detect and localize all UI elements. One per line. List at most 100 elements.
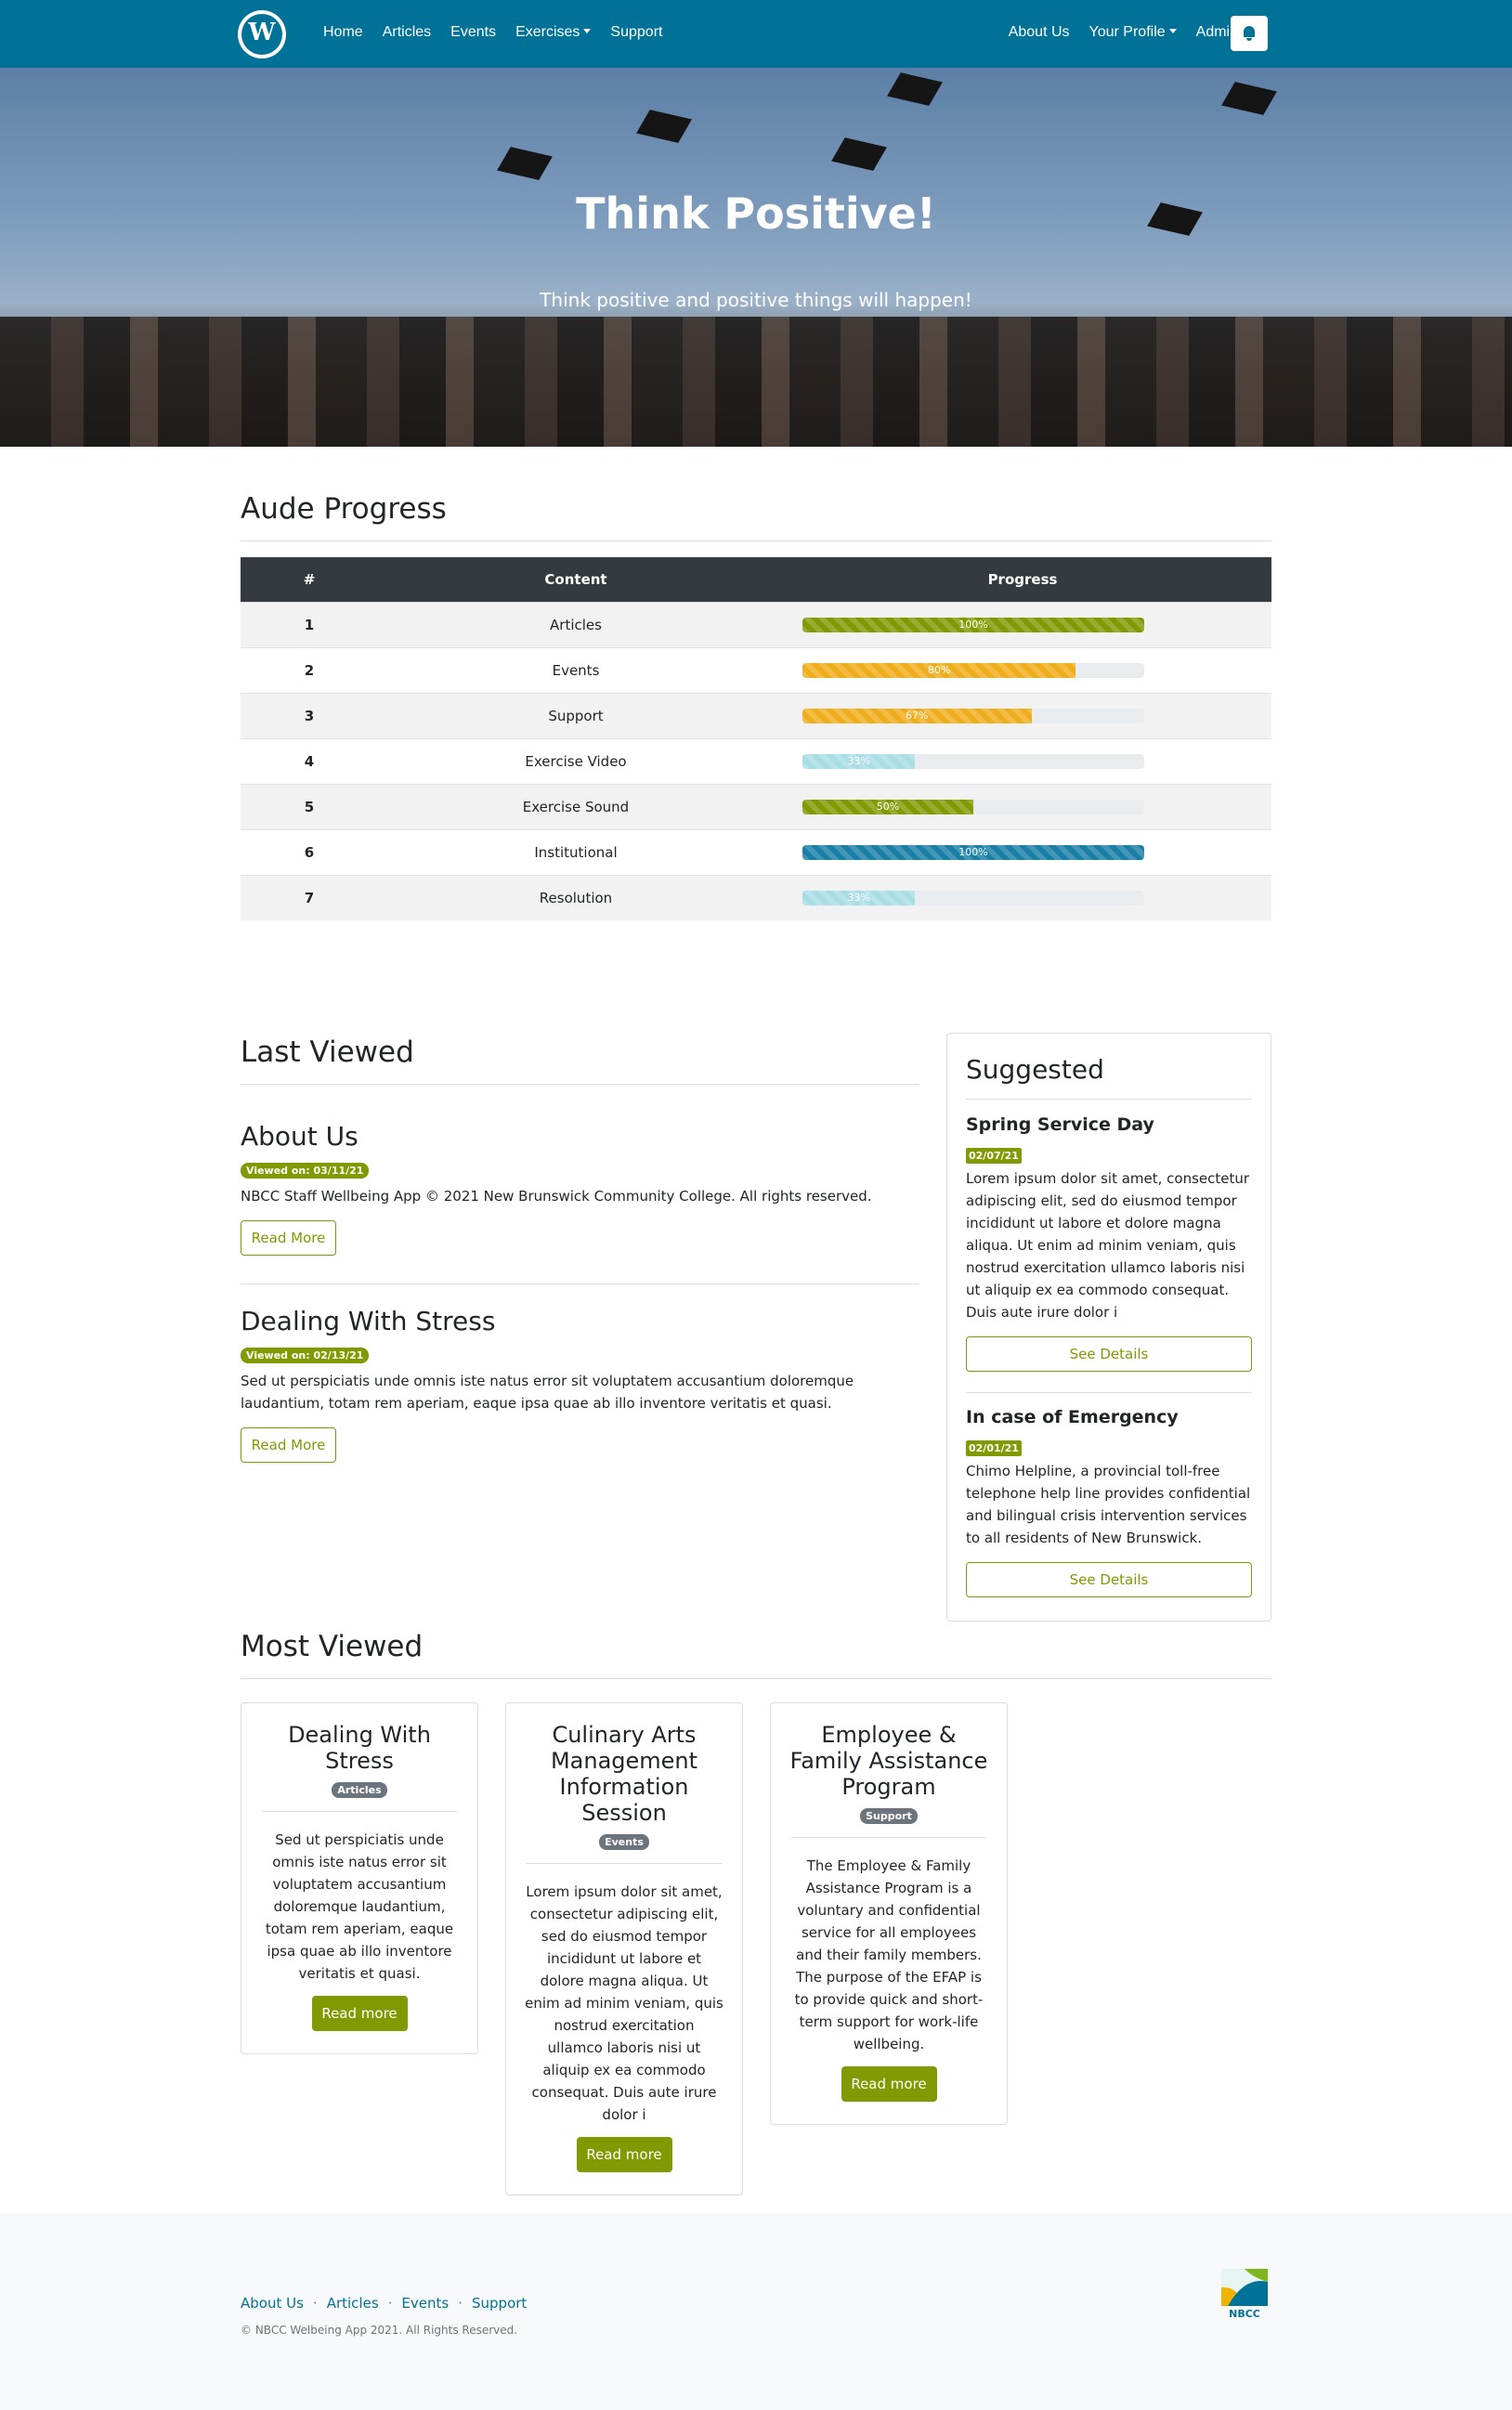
table-row: 3 Support 67% (241, 692, 1271, 738)
card-text: Lorem ipsum dolor sit amet, consectetur … (525, 1883, 723, 2123)
row-number: 7 (241, 874, 378, 920)
category-badge: Support (860, 1808, 918, 1824)
row-number: 4 (241, 737, 378, 784)
divider (966, 1392, 1252, 1393)
read-more-button[interactable]: Read more (576, 2137, 672, 2172)
hero-banner: Think Positive! Think positive and posit… (0, 68, 1512, 447)
row-content: Exercise Sound (378, 783, 774, 829)
read-more-button[interactable]: Read More (241, 1220, 336, 1256)
hero-subtitle: Think positive and positive things will … (540, 289, 972, 311)
footer-copyright: © NBCC Welbeing App 2021. All Rights Res… (241, 2324, 518, 2337)
bell-icon (1244, 26, 1255, 37)
article-title: Dealing With Stress (241, 1306, 496, 1336)
progress-bar: 100% (802, 844, 1144, 860)
read-more-button[interactable]: Read More (241, 1427, 336, 1463)
suggested-item: In case of Emergency 02/01/21 Chimo Help… (966, 1407, 1254, 1597)
footer-link-events[interactable]: Events (401, 2295, 449, 2312)
article-text: NBCC Staff Wellbeing App © 2021 New Brun… (241, 1188, 872, 1205)
nav-right-links: About Us Your Profile Admin (1009, 24, 1269, 41)
divider (241, 1678, 1271, 1679)
graduation-cap-image (636, 110, 692, 143)
progress-bar: 33% (802, 890, 1144, 905)
row-content: Institutional (378, 828, 774, 875)
see-details-button[interactable]: See Details (966, 1336, 1252, 1372)
viewed-date-badge: Viewed on: 03/11/21 (241, 1163, 370, 1179)
hero-title: Think Positive! (576, 189, 936, 239)
graduation-cap-image (831, 137, 887, 171)
divider (966, 1099, 1252, 1100)
divider (241, 1283, 919, 1284)
table-row: 4 Exercise Video 33% (241, 737, 1271, 784)
notifications-button[interactable] (1231, 16, 1268, 51)
category-badge: Events (599, 1834, 649, 1850)
footer-link-support[interactable]: Support (472, 2295, 527, 2312)
progress-bar: 100% (802, 617, 1144, 632)
last-viewed-heading: Last Viewed (241, 1036, 414, 1069)
wordpress-logo-icon[interactable]: W (238, 10, 286, 59)
see-details-button[interactable]: See Details (966, 1562, 1252, 1597)
progress-fill: 50% (802, 799, 973, 814)
footer: About Us · Articles · Events · Support © NBCC … (0, 2213, 1512, 2410)
read-more-button[interactable]: Read more (841, 2066, 937, 2102)
progress-fill: 67% (802, 708, 1032, 723)
graduation-cap-image (497, 147, 553, 180)
row-number: 5 (241, 783, 378, 829)
progress-table: # Content Progress 1 Articles 100% 2 Events 8… (241, 557, 1271, 920)
graduates-photo (0, 317, 1512, 447)
progress-bar: 67% (802, 708, 1144, 723)
suggested-title: Spring Service Day (966, 1114, 1154, 1135)
row-number: 1 (241, 601, 378, 647)
nav-link-articles[interactable]: Articles (383, 24, 431, 41)
nav-link-home[interactable]: Home (323, 24, 363, 41)
progress-bar: 80% (802, 662, 1144, 678)
footer-link-about-us[interactable]: About Us (241, 2295, 304, 2312)
suggested-item: Spring Service Day 02/07/21 Lorem ipsum … (966, 1114, 1254, 1372)
viewed-date-badge: Viewed on: 02/13/21 (241, 1348, 370, 1363)
progress-fill: 33% (802, 753, 916, 769)
progress-bar: 33% (802, 753, 1144, 769)
footer-links: About Us · Articles · Events · Support (241, 2295, 528, 2312)
suggested-title: In case of Emergency (966, 1407, 1179, 1427)
article-title: About Us (241, 1121, 358, 1152)
nav-link-support[interactable]: Support (610, 24, 662, 41)
nav-links: Home Articles Events Exercises Support (323, 24, 682, 41)
card-title: Culinary Arts Management Information Ses… (550, 1722, 698, 1826)
graduation-cap-image (1221, 82, 1277, 115)
row-number: 6 (241, 828, 378, 875)
most-viewed-heading: Most Viewed (241, 1630, 424, 1663)
nav-dropdown-your-profile[interactable]: Your Profile (1089, 24, 1177, 41)
last-viewed-item: Dealing With Stress Viewed on: 02/13/21 … (241, 1306, 919, 1463)
progress-fill: 33% (802, 890, 916, 905)
column-header: Progress (774, 557, 1271, 602)
top-navbar: W Home Articles Events Exercises Support… (0, 0, 1512, 68)
row-number: 3 (241, 692, 378, 738)
card-title: Employee & Family Assistance Program (789, 1722, 988, 1800)
most-viewed-card: Employee & Family Assistance Program Sup… (770, 1702, 1008, 2125)
progress-heading: Aude Progress (241, 492, 447, 526)
row-content: Support (378, 692, 774, 738)
card-title: Dealing With Stress (288, 1722, 431, 1774)
suggested-card: Suggested Spring Service Day 02/07/21 Lo… (946, 1033, 1271, 1622)
row-content: Exercise Video (378, 737, 774, 784)
table-row: 5 Exercise Sound 50% (241, 783, 1271, 829)
progress-bar: 50% (802, 799, 1144, 814)
nav-link-about-us[interactable]: About Us (1009, 24, 1070, 41)
suggested-text: Lorem ipsum dolor sit amet, consectetur … (966, 1170, 1250, 1321)
nav-link-events[interactable]: Events (450, 24, 496, 41)
divider (241, 1084, 919, 1085)
row-content: Articles (378, 601, 774, 647)
footer-link-articles[interactable]: Articles (327, 2295, 379, 2312)
progress-fill: 100% (802, 617, 1144, 632)
suggested-heading: Suggested (966, 1054, 1104, 1085)
column-header: # (241, 557, 378, 602)
row-content: Resolution (378, 874, 774, 920)
category-badge: Articles (332, 1782, 387, 1798)
table-row: 6 Institutional 100% (241, 828, 1271, 875)
nav-dropdown-exercises[interactable]: Exercises (515, 24, 591, 41)
table-row: 7 Resolution 33% (241, 874, 1271, 920)
table-row: 1 Articles 100% (241, 601, 1271, 647)
row-content: Events (378, 646, 774, 693)
date-badge: 02/01/21 (966, 1440, 1022, 1456)
read-more-button[interactable]: Read more (311, 1996, 408, 2031)
column-header: Content (378, 557, 774, 602)
